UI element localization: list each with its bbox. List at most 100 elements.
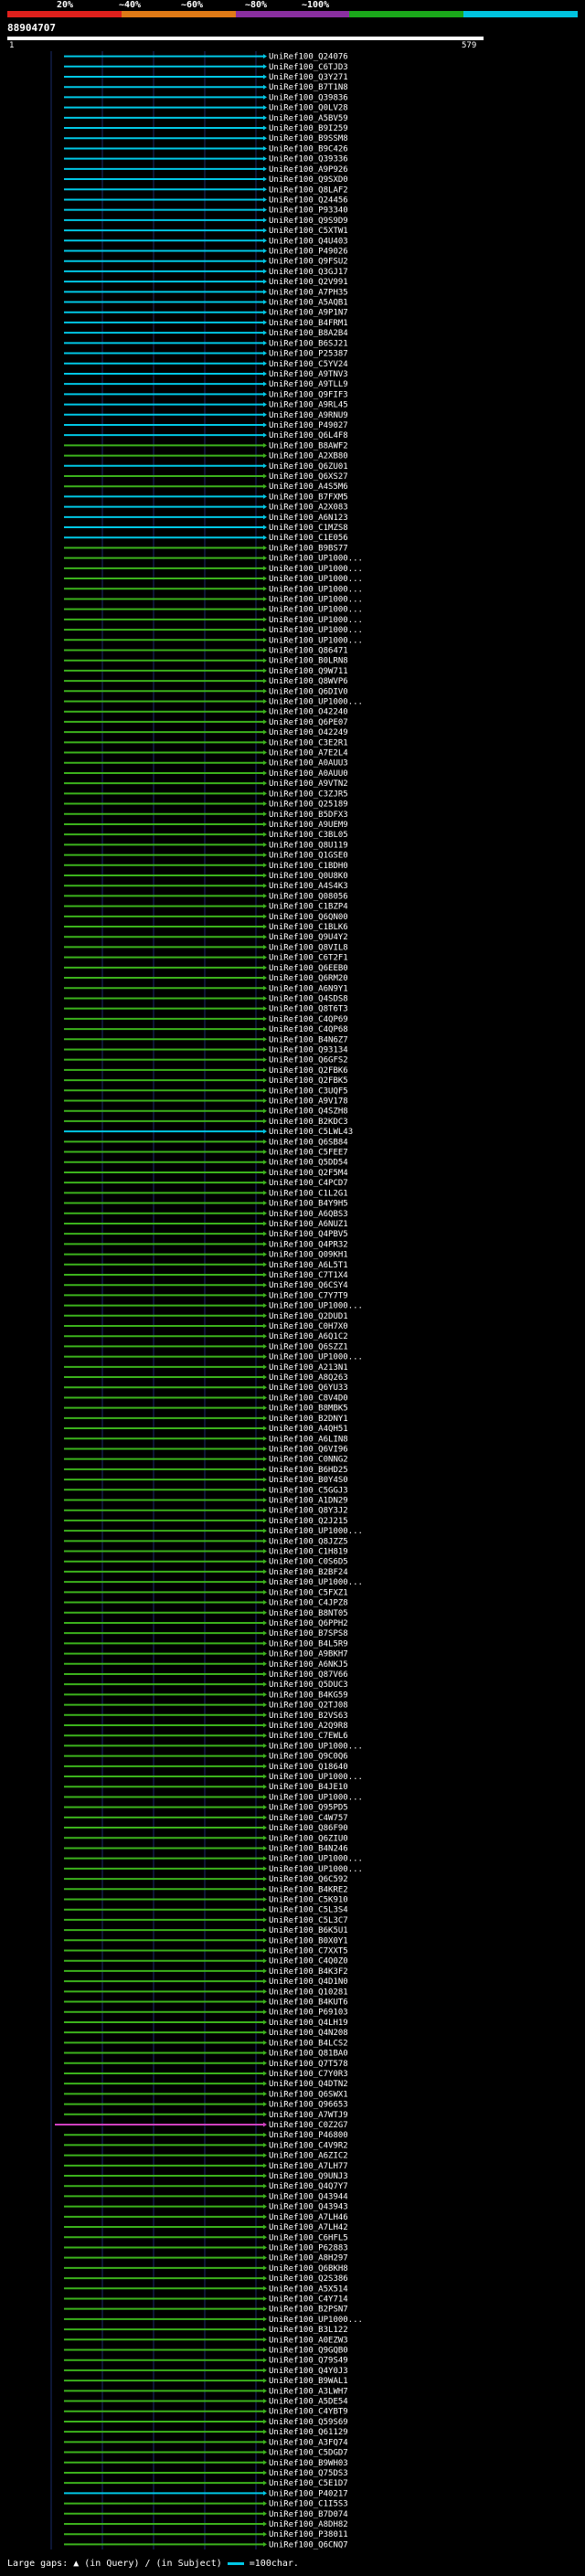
hit-label[interactable]: UniRef100_C4PCD7 xyxy=(269,1179,348,1188)
hit-label[interactable]: UniRef100_Q5DUC3 xyxy=(269,1680,348,1690)
hit-label[interactable]: UniRef100_A9UEM9 xyxy=(269,821,348,830)
hit-label[interactable]: UniRef100_C4YBT9 xyxy=(269,2408,348,2417)
hit-label[interactable]: UniRef100_Q8WVP6 xyxy=(269,677,348,686)
hit-label[interactable]: UniRef100_Q9C0Q6 xyxy=(269,1753,348,1762)
hit-label[interactable]: UniRef100_B7FXM5 xyxy=(269,493,348,502)
hit-label[interactable]: UniRef100_B9C426 xyxy=(269,144,348,154)
hit-label[interactable]: UniRef100_Q6SWX1 xyxy=(269,2090,348,2099)
hit-label[interactable]: UniRef100_Q8T6T3 xyxy=(269,1005,348,1014)
hit-label[interactable]: UniRef100_C5LWL43 xyxy=(269,1128,353,1137)
hit-label[interactable]: UniRef100_Q6PPH2 xyxy=(269,1619,348,1628)
hit-label[interactable]: UniRef100_A5AQB1 xyxy=(269,299,348,308)
hit-label[interactable]: UniRef100_Q24076 xyxy=(269,53,348,62)
hit-label[interactable]: UniRef100_Q6ZU01 xyxy=(269,462,348,472)
hit-label[interactable]: UniRef100_B5DFX3 xyxy=(269,811,348,820)
hit-label[interactable]: UniRef100_Q8Y3J2 xyxy=(269,1507,348,1516)
hit-label[interactable]: UniRef100_A6LIN8 xyxy=(269,1435,348,1444)
hit-label[interactable]: UniRef100_C5FXZ1 xyxy=(269,1588,348,1597)
hit-label[interactable]: UniRef100_Q4SDS8 xyxy=(269,994,348,1003)
hit-label[interactable]: UniRef100_Q6XS27 xyxy=(269,472,348,482)
hit-label[interactable]: UniRef100_C4QP68 xyxy=(269,1025,348,1034)
hit-label[interactable]: UniRef100_A9RL45 xyxy=(269,401,348,410)
hit-label[interactable]: UniRef100_C0NNG2 xyxy=(269,1456,348,1465)
hit-label[interactable]: UniRef100_Q6RM20 xyxy=(269,974,348,983)
hit-label[interactable]: UniRef100_B4N246 xyxy=(269,1844,348,1853)
hit-label[interactable]: UniRef100_B4K3F2 xyxy=(269,1967,348,1977)
hit-label[interactable]: UniRef100_Q24456 xyxy=(269,196,348,205)
hit-label[interactable]: UniRef100_P40217 xyxy=(269,2489,348,2498)
hit-label[interactable]: UniRef100_UP1000... xyxy=(269,606,363,615)
hit-label[interactable]: UniRef100_Q9S9D9 xyxy=(269,217,348,226)
hit-label[interactable]: UniRef100_B7T1N8 xyxy=(269,83,348,92)
hit-label[interactable]: UniRef100_P93340 xyxy=(269,207,348,216)
hit-label[interactable]: UniRef100_Q6C592 xyxy=(269,1875,348,1884)
hit-label[interactable]: UniRef100_A2XB80 xyxy=(269,452,348,461)
hit-label[interactable]: UniRef100_Q9FSU2 xyxy=(269,258,348,267)
hit-label[interactable]: UniRef100_Q61129 xyxy=(269,2428,348,2437)
hit-label[interactable]: UniRef100_C5DGD7 xyxy=(269,2449,348,2458)
hit-label[interactable]: UniRef100_C4W757 xyxy=(269,1814,348,1823)
hit-label[interactable]: UniRef100_UP1000... xyxy=(269,636,363,645)
hit-label[interactable]: UniRef100_Q59S69 xyxy=(269,2418,348,2427)
hit-label[interactable]: UniRef100_Q86F90 xyxy=(269,1824,348,1833)
hit-label[interactable]: UniRef100_C6HFL5 xyxy=(269,2233,348,2242)
hit-label[interactable]: UniRef100_C1BDH0 xyxy=(269,862,348,871)
hit-label[interactable]: UniRef100_Q96653 xyxy=(269,2101,348,2110)
hit-label[interactable]: UniRef100_Q6DIV0 xyxy=(269,687,348,696)
hit-label[interactable]: UniRef100_B9SSM8 xyxy=(269,134,348,143)
hit-label[interactable]: UniRef100_C4JPZ8 xyxy=(269,1599,348,1608)
hit-label[interactable]: UniRef100_B8AWF2 xyxy=(269,441,348,451)
hit-label[interactable]: UniRef100_Q3GJ17 xyxy=(269,268,348,277)
hit-label[interactable]: UniRef100_Q2J215 xyxy=(269,1517,348,1526)
hit-label[interactable]: UniRef100_UP1000... xyxy=(269,1578,363,1587)
hit-label[interactable]: UniRef100_A3FQ74 xyxy=(269,2438,348,2447)
hit-label[interactable]: UniRef100_A5BV59 xyxy=(269,114,348,123)
hit-label[interactable]: UniRef100_B4FRM1 xyxy=(269,319,348,328)
hit-label[interactable]: UniRef100_O42249 xyxy=(269,728,348,737)
hit-label[interactable]: UniRef100_B2PSN7 xyxy=(269,2306,348,2315)
hit-label[interactable]: UniRef100_A3LWH7 xyxy=(269,2387,348,2396)
hit-label[interactable]: UniRef100_C1BZP4 xyxy=(269,903,348,912)
hit-label[interactable]: UniRef100_A7LH77 xyxy=(269,2162,348,2171)
hit-label[interactable]: UniRef100_P62883 xyxy=(269,2243,348,2253)
hit-label[interactable]: UniRef100_C8V4D0 xyxy=(269,1394,348,1403)
hit-label[interactable]: UniRef100_Q6QN00 xyxy=(269,913,348,922)
hit-label[interactable]: UniRef100_Q9SXD0 xyxy=(269,175,348,185)
hit-label[interactable]: UniRef100_Q93134 xyxy=(269,1045,348,1055)
hit-label[interactable]: UniRef100_C4QP69 xyxy=(269,1015,348,1024)
hit-label[interactable]: UniRef100_Q8VIL8 xyxy=(269,943,348,952)
hit-label[interactable]: UniRef100_C0S6D5 xyxy=(269,1558,348,1567)
hit-label[interactable]: UniRef100_A4S5M6 xyxy=(269,482,348,492)
hit-label[interactable]: UniRef100_A6ZIC2 xyxy=(269,2152,348,2161)
hit-label[interactable]: UniRef100_P46800 xyxy=(269,2131,348,2140)
hit-label[interactable]: UniRef100_Q8LAF2 xyxy=(269,186,348,195)
hit-label[interactable]: UniRef100_A7LH42 xyxy=(269,2223,348,2232)
hit-label[interactable]: UniRef100_Q86471 xyxy=(269,646,348,655)
hit-label[interactable]: UniRef100_C1H819 xyxy=(269,1548,348,1557)
hit-label[interactable]: UniRef100_A4QH51 xyxy=(269,1425,348,1434)
hit-label[interactable]: UniRef100_Q09KH1 xyxy=(269,1251,348,1260)
hit-label[interactable]: UniRef100_Q2S386 xyxy=(269,2274,348,2284)
hit-label[interactable]: UniRef100_C7Y7T9 xyxy=(269,1291,348,1300)
hit-label[interactable]: UniRef100_B2VS63 xyxy=(269,1712,348,1721)
hit-label[interactable]: UniRef100_UP1000... xyxy=(269,698,363,707)
hit-label[interactable]: UniRef100_Q87V66 xyxy=(269,1670,348,1680)
hit-label[interactable]: UniRef100_C0H7X0 xyxy=(269,1322,348,1331)
hit-label[interactable]: UniRef100_B2BF24 xyxy=(269,1568,348,1577)
hit-label[interactable]: UniRef100_UP1000... xyxy=(269,555,363,564)
hit-label[interactable]: UniRef100_Q2F5M4 xyxy=(269,1169,348,1178)
hit-label[interactable]: UniRef100_C5XTW1 xyxy=(269,227,348,236)
hit-label[interactable]: UniRef100_B8NT05 xyxy=(269,1609,348,1618)
hit-label[interactable]: UniRef100_B2DNY1 xyxy=(269,1415,348,1424)
hit-label[interactable]: UniRef100_A7LH46 xyxy=(269,2213,348,2222)
hit-label[interactable]: UniRef100_UP1000... xyxy=(269,616,363,625)
hit-label[interactable]: UniRef100_P49027 xyxy=(269,421,348,430)
hit-label[interactable]: UniRef100_Q95PD5 xyxy=(269,1804,348,1813)
hit-label[interactable]: UniRef100_A7PH35 xyxy=(269,288,348,297)
hit-label[interactable]: UniRef100_Q4DTN2 xyxy=(269,2080,348,2089)
hit-label[interactable]: UniRef100_B0LRN8 xyxy=(269,657,348,666)
hit-label[interactable]: UniRef100_Q5DD54 xyxy=(269,1159,348,1168)
hit-label[interactable]: UniRef100_UP1000... xyxy=(269,1855,363,1864)
hit-label[interactable]: UniRef100_C1MZS8 xyxy=(269,524,348,533)
hit-label[interactable]: UniRef100_B8A2B4 xyxy=(269,329,348,338)
